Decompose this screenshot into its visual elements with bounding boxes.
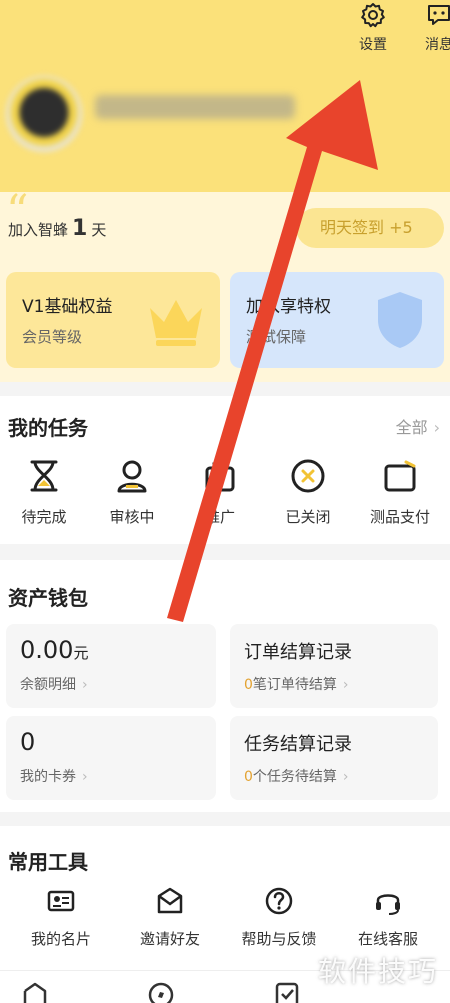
crown-icon [150,300,202,346]
bag-icon [205,462,235,492]
privilege-card[interactable]: 加入享特权 测试保障 [230,272,444,368]
tool-label: 我的名片 [30,930,91,948]
gear-icon [361,3,385,28]
card-title: 加入享特权 [246,297,331,317]
tasks-title: 我的任务 [8,416,88,440]
order-settlement-card[interactable]: 订单结算记录 0笔订单待结算 › [230,624,438,708]
username-blurred [95,95,295,119]
discover-tab-icon[interactable] [148,981,174,1003]
messages-button[interactable]: 消息 [414,2,450,54]
join-days-text: 加入智蜂 1 天 [8,216,106,241]
chevron-right-icon: › [342,677,349,693]
tool-label: 帮助与反馈 [241,930,317,948]
order-pending-label: 笔订单待结算 [252,677,337,693]
join-prefix: 加入智蜂 [8,221,69,239]
closed-circle-icon [291,459,325,493]
task-promote[interactable]: 推广 [182,458,258,527]
order-settlement-title: 订单结算记录 [244,642,352,663]
tool-label: 邀请好友 [139,930,200,948]
shield-icon [378,292,422,348]
tasks-section: 我的任务 全部 › 待完成 审核中 推广 已关闭 测品支付 [0,396,450,544]
watermark-text: 软件技巧 [318,955,439,988]
tool-label: 在线客服 [357,930,418,948]
chevron-right-icon: › [82,769,88,785]
avatar[interactable] [6,76,82,152]
order-pending-count: 0 [244,677,253,693]
checkin-button[interactable]: 明天签到 +5 [296,208,444,248]
chevron-right-icon: › [82,677,88,693]
chat-icon [428,5,450,25]
balance-amount: 0.00元 [20,636,88,664]
chevron-right-icon: › [433,418,440,437]
settings-button[interactable]: 设置 [348,2,398,54]
balance-value: 0.00 [20,636,74,664]
invite-icon [157,887,183,914]
membership-level-card[interactable]: V1基础权益 会员等级 [6,272,220,368]
task-reviewing[interactable]: 审核中 [94,458,170,527]
card-subtitle: 会员等级 [22,328,83,346]
task-label: 已关闭 [285,508,331,526]
order-settlement-sub: 0笔订单待结算 › [244,674,349,694]
task-pending-label: 个任务待结算 [252,769,337,785]
messages-label: 消息 [425,37,450,53]
card-title: V1基础权益 [22,297,113,317]
id-card-icon [47,890,75,912]
join-days-count: 1 [72,216,88,241]
task-pending-count: 0 [244,769,253,785]
balance-card[interactable]: 0.00元 余额明细 › [6,624,216,708]
hourglass-icon [30,460,58,492]
task-pending[interactable]: 待完成 [6,458,82,527]
settings-label: 设置 [359,37,387,53]
task-test-payment[interactable]: 测品支付 [362,458,438,527]
reviewer-icon [117,460,147,493]
task-settlement-sub: 0个任务待结算 › [244,766,349,786]
tasks-all-link[interactable]: 全部 › [396,414,440,438]
task-closed[interactable]: 已关闭 [270,458,346,527]
task-settlement-card[interactable]: 任务结算记录 0个任务待结算 › [230,716,438,800]
tool-invite[interactable]: 邀请好友 [125,886,215,949]
tools-title: 常用工具 [8,850,88,874]
coupons-label: 我的卡券 [20,769,76,785]
tool-help[interactable]: 帮助与反馈 [234,886,324,949]
balance-detail-label: 余额明细 [20,677,76,693]
chevron-right-icon: › [342,769,349,785]
coupons-count: 0 [20,728,36,756]
task-label: 审核中 [109,508,155,526]
help-icon [265,887,293,915]
tasks-all-label: 全部 [395,418,428,437]
tool-business-card[interactable]: 我的名片 [16,886,106,949]
coupons-card[interactable]: 0 我的卡券 › [6,716,216,800]
task-label: 推广 [204,508,235,526]
coupons-link[interactable]: 我的卡券 › [20,766,88,786]
task-settlement-title: 任务结算记录 [244,734,352,755]
card-subtitle: 测试保障 [246,328,307,346]
headset-icon [376,894,400,915]
wallet-section: 资产钱包 0.00元 余额明细 › 订单结算记录 0笔订单待结算 › 0 我的卡券 ›… [0,560,450,812]
task-label: 待完成 [21,508,67,526]
tool-customer-service[interactable]: 在线客服 [343,886,433,949]
home-tab-icon[interactable] [22,981,48,1003]
join-suffix: 天 [91,221,107,239]
task-label: 测品支付 [369,508,430,526]
wallet-icon [384,460,416,492]
wallet-title: 资产钱包 [8,586,88,610]
balance-unit: 元 [73,644,89,662]
balance-detail-link[interactable]: 余额明细 › [20,674,88,694]
tasks-tab-icon[interactable] [274,981,300,1003]
tools-section: 常用工具 我的名片 邀请好友 帮助与反馈 在线客服 [0,826,450,970]
